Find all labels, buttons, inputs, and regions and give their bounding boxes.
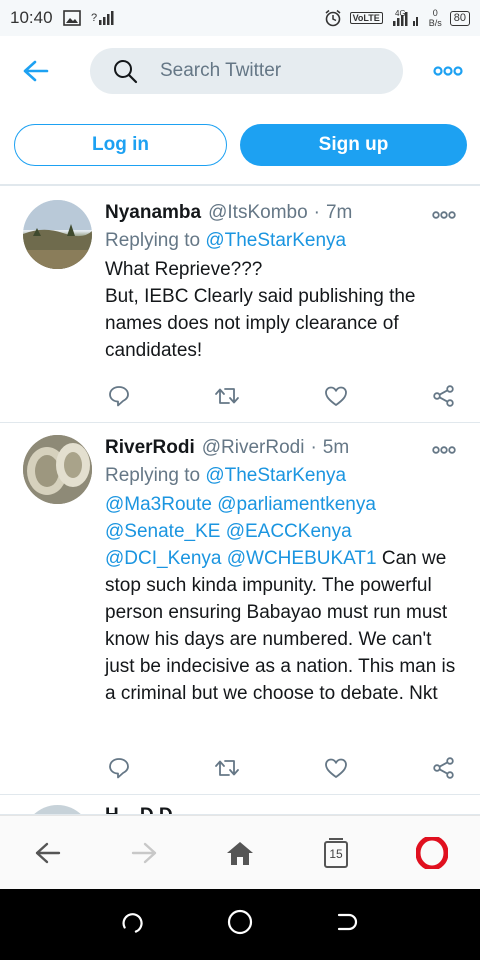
more-options-button[interactable] bbox=[430, 66, 466, 76]
alarm-icon bbox=[324, 9, 342, 27]
speed-unit: B/s bbox=[428, 18, 442, 28]
more-dots-icon bbox=[433, 66, 463, 76]
tweet-content: RiverRodi @RiverRodi · 5m Replying to @T… bbox=[105, 437, 460, 707]
tabs-button[interactable]: 15 bbox=[311, 828, 361, 878]
tweet-actions bbox=[105, 382, 458, 410]
tweet[interactable]: RiverRodi @RiverRodi · 5m Replying to @T… bbox=[0, 423, 480, 795]
avatar[interactable] bbox=[23, 200, 92, 269]
signup-button[interactable]: Sign up bbox=[240, 124, 467, 166]
like-button[interactable] bbox=[322, 754, 350, 782]
home-icon bbox=[227, 841, 253, 865]
status-bar: 10:40 ? VoLTE 4G 0 B/s 80 bbox=[0, 0, 480, 36]
system-nav-bar bbox=[0, 889, 480, 960]
opera-logo-icon bbox=[416, 836, 448, 869]
search-input[interactable]: Search Twitter bbox=[90, 48, 403, 94]
browser-forward-button[interactable] bbox=[119, 828, 169, 878]
tweet-time[interactable]: 7m bbox=[326, 202, 352, 224]
home-system-button[interactable] bbox=[226, 908, 254, 941]
share-button[interactable] bbox=[430, 754, 458, 782]
heart-icon bbox=[324, 386, 347, 406]
tweet-actions bbox=[105, 754, 458, 782]
separator-dot: · bbox=[313, 202, 320, 223]
back-system-button[interactable] bbox=[335, 910, 359, 939]
tweet-header: RiverRodi @RiverRodi · 5m bbox=[105, 437, 460, 459]
more-dots-icon bbox=[432, 446, 456, 454]
top-bar: Search Twitter bbox=[0, 36, 480, 106]
retweet-icon bbox=[215, 388, 240, 404]
replying-prefix: Replying to bbox=[105, 230, 201, 251]
share-button[interactable] bbox=[430, 382, 458, 410]
tweet-header: Nyanamba @ItsKombo · 7m bbox=[105, 202, 460, 224]
auth-buttons: Log in Sign up bbox=[14, 124, 467, 166]
reply-icon bbox=[109, 758, 129, 779]
avatar[interactable] bbox=[23, 805, 92, 814]
tweet-content: Nyanamba @ItsKombo · 7m Replying to @The… bbox=[105, 202, 460, 364]
recent-apps-icon bbox=[122, 913, 143, 933]
tweet-menu-button[interactable] bbox=[432, 206, 456, 224]
home-button[interactable] bbox=[215, 828, 265, 878]
arrow-right-icon bbox=[131, 842, 157, 863]
tab-count: 15 bbox=[329, 846, 343, 861]
user-handle[interactable]: @RiverRodi bbox=[202, 437, 305, 459]
arrow-left-icon bbox=[23, 60, 49, 82]
search-placeholder: Search Twitter bbox=[160, 60, 282, 81]
tweet-partial[interactable]: H... D.D... bbox=[0, 795, 480, 815]
battery-indicator: 80 bbox=[449, 10, 470, 26]
like-button[interactable] bbox=[322, 382, 350, 410]
speed-value: 0 bbox=[432, 8, 438, 18]
arrow-left-icon bbox=[35, 842, 61, 863]
browser-back-button[interactable] bbox=[23, 828, 73, 878]
avatar[interactable] bbox=[23, 435, 92, 504]
browser-bottom-nav: 15 bbox=[0, 815, 480, 889]
tweet-menu-button[interactable] bbox=[432, 441, 456, 459]
volte-badge: VoLTE bbox=[349, 12, 383, 24]
back-button[interactable] bbox=[14, 49, 58, 93]
signal-4g-icon: 4G bbox=[391, 9, 421, 27]
reply-target-link[interactable]: @TheStarKenya bbox=[205, 230, 346, 251]
reply-target-link[interactable]: @TheStarKenya bbox=[205, 465, 346, 486]
reply-button[interactable] bbox=[105, 382, 133, 410]
replying-to: Replying to @TheStarKenya bbox=[105, 230, 460, 252]
image-notification-icon bbox=[62, 10, 81, 26]
svg-text:4G: 4G bbox=[395, 9, 406, 18]
separator-dot: · bbox=[310, 437, 317, 458]
user-handle[interactable]: @ItsKombo bbox=[208, 202, 308, 224]
mentions-links[interactable]: @Ma3Route @parliamentkenya @Senate_KE @E… bbox=[105, 494, 377, 569]
share-icon bbox=[433, 757, 454, 779]
svg-text:?: ? bbox=[91, 12, 97, 24]
tweet-body: Can we stop such kinda impunity. The pow… bbox=[105, 548, 456, 704]
signal-unknown-icon: ? bbox=[91, 10, 115, 26]
replying-prefix: Replying to bbox=[105, 465, 201, 486]
back-system-icon bbox=[338, 913, 358, 931]
login-button[interactable]: Log in bbox=[14, 124, 227, 166]
tweet-text: @Ma3Route @parliamentkenya @Senate_KE @E… bbox=[105, 491, 460, 707]
user-name-partial: H... D.D... bbox=[105, 805, 188, 814]
recent-apps-button[interactable] bbox=[121, 910, 145, 939]
circle-home-icon bbox=[227, 909, 253, 935]
replying-to: Replying to @TheStarKenya bbox=[105, 465, 460, 487]
opera-menu-button[interactable] bbox=[407, 828, 457, 878]
retweet-icon bbox=[215, 760, 240, 776]
user-name[interactable]: Nyanamba bbox=[105, 202, 201, 224]
more-dots-icon bbox=[432, 211, 456, 219]
user-name[interactable]: RiverRodi bbox=[105, 437, 195, 459]
heart-icon bbox=[324, 758, 347, 778]
network-speed: 0 B/s bbox=[429, 8, 442, 28]
reply-button[interactable] bbox=[105, 754, 133, 782]
tweet-text: What Reprieve??? But, IEBC Clearly said … bbox=[105, 259, 416, 361]
tweet[interactable]: Nyanamba @ItsKombo · 7m Replying to @The… bbox=[0, 186, 480, 423]
retweet-button[interactable] bbox=[213, 382, 241, 410]
share-icon bbox=[433, 385, 454, 407]
status-time: 10:40 bbox=[10, 8, 53, 27]
tweet-time[interactable]: 5m bbox=[323, 437, 349, 459]
retweet-button[interactable] bbox=[213, 754, 241, 782]
reply-icon bbox=[109, 386, 129, 407]
search-icon bbox=[114, 60, 138, 84]
